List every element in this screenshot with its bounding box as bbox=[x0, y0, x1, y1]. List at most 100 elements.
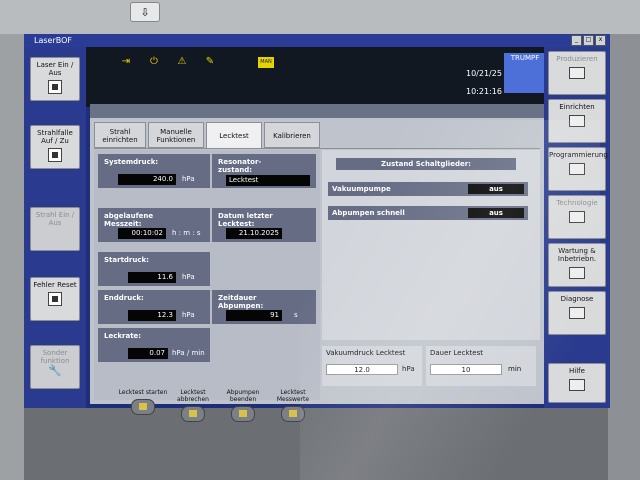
left-button-column: Laser Ein / Aus Strahlfalle Auf / Zu Str… bbox=[24, 47, 86, 408]
help-icon bbox=[569, 379, 585, 391]
dauer-unit: min bbox=[508, 365, 522, 373]
monitor-bezel-left bbox=[0, 34, 24, 480]
messzeit-field: abgelaufene Messzeit: 00:10:02 h : m : s bbox=[98, 208, 210, 242]
warning-icon[interactable]: ⚠ bbox=[174, 55, 190, 69]
monitor-bezel-right bbox=[608, 34, 640, 480]
programming-button[interactable]: Programmierung bbox=[548, 147, 608, 191]
action-label: Lecktest starten bbox=[118, 389, 168, 396]
help-button[interactable]: Hilfe bbox=[548, 363, 606, 403]
lecktest-parameters: Vakuumdruck Lecktest 12.0 hPa Dauer Leck… bbox=[322, 344, 540, 400]
monitor-bezel-top bbox=[0, 0, 640, 34]
main-panel: Strahl einrichten Manuelle Funktionen Le… bbox=[90, 104, 544, 404]
zeitdauer-unit: s bbox=[294, 311, 298, 319]
dauer-label: Dauer Lecktest bbox=[430, 349, 483, 357]
status-bar: ⇥ ⏻ ⚠ ✎ MAN 10/21/25 10:21:16 TRUMPF bbox=[86, 47, 546, 107]
vakuumdruck-input[interactable]: 12.0 bbox=[326, 364, 398, 375]
resonator-label: Resonator-zustand: bbox=[218, 158, 262, 174]
zeitdauer-field: Zeitdauer Abpumpen: 91 s bbox=[212, 290, 316, 324]
special-function-button[interactable]: Sonder funktion 🔧 bbox=[30, 345, 80, 389]
schaltglieder-title: Zustand Schaltglieder: bbox=[336, 158, 516, 170]
schaltglieder-panel: Zustand Schaltglieder: Vakuumpumpe aus A… bbox=[322, 150, 540, 340]
enddruck-value: 12.3 bbox=[128, 310, 176, 321]
setup-icon bbox=[569, 115, 585, 127]
lecktest-abbrechen-button[interactable]: Lecktest abbrechen bbox=[168, 389, 218, 422]
action-icon bbox=[131, 399, 155, 415]
vakuumpumpe-row: Vakuumpumpe aus bbox=[328, 182, 528, 196]
zeitdauer-value: 91 bbox=[226, 310, 282, 321]
error-reset-label: Fehler Reset bbox=[33, 281, 77, 289]
logo-text: TRUMPF bbox=[510, 54, 540, 62]
programming-label: Programmierung bbox=[549, 151, 608, 159]
window-controls: _ □ x bbox=[571, 35, 606, 46]
programming-icon bbox=[569, 163, 585, 175]
vakuumdruck-box: Vakuumdruck Lecktest 12.0 hPa bbox=[322, 346, 422, 386]
action-label: Lecktest Messwerte bbox=[276, 389, 310, 403]
wrench-icon[interactable]: ✎ bbox=[202, 55, 218, 69]
window-title: LaserBOF bbox=[34, 36, 72, 45]
minimize-button[interactable]: _ bbox=[571, 35, 582, 46]
diagnosis-label: Diagnose bbox=[560, 295, 594, 303]
tab-divider bbox=[94, 148, 540, 149]
wrench-icon bbox=[569, 267, 585, 279]
lecktest-values-panel: Systemdruck: 240.0 hPa Resonator-zustand… bbox=[94, 150, 320, 400]
status-date: 10/21/25 bbox=[466, 69, 502, 78]
maintenance-button[interactable]: Wartung & Inbetriebn. bbox=[548, 243, 606, 287]
toggle-icon bbox=[48, 148, 62, 162]
play-icon bbox=[569, 67, 585, 79]
systemdruck-field: Systemdruck: 240.0 hPa bbox=[98, 154, 210, 188]
leckrate-label: Leckrate: bbox=[104, 332, 142, 340]
tab-label: Strahl einrichten bbox=[102, 128, 138, 144]
beam-on-off-button[interactable]: Strahl Ein / Aus bbox=[30, 207, 80, 251]
reset-icon bbox=[48, 292, 62, 306]
right-button-column: Produzieren Einrichten Programmierung Te… bbox=[544, 47, 610, 408]
download-arrow-icon[interactable]: ⇩ bbox=[130, 2, 160, 22]
laser-on-off-button[interactable]: Laser Ein / Aus bbox=[30, 57, 80, 101]
lecktest-messwerte-button[interactable]: Lecktest Messwerte bbox=[268, 389, 318, 422]
beam-trap-button[interactable]: Strahlfalle Auf / Zu bbox=[30, 125, 80, 169]
action-icon bbox=[181, 406, 205, 422]
datum-value: 21.10.2025 bbox=[226, 228, 282, 239]
dauer-input[interactable]: 10 bbox=[430, 364, 502, 375]
systemdruck-value: 240.0 bbox=[118, 174, 176, 185]
main-panel-header bbox=[90, 104, 544, 118]
power-icon[interactable]: ⏻ bbox=[146, 55, 162, 69]
datum-label: Datum letzter Lecktest: bbox=[218, 212, 273, 228]
vakuumpumpe-label: Vakuumpumpe bbox=[332, 185, 391, 193]
technology-button[interactable]: Technologie bbox=[548, 195, 606, 239]
technology-label: Technologie bbox=[556, 199, 598, 207]
vakuumdruck-unit: hPa bbox=[402, 365, 415, 373]
special-function-label: Sonder funktion bbox=[40, 349, 70, 365]
startdruck-label: Startdruck: bbox=[104, 256, 149, 264]
abpumpen-schnell-label: Abpumpen schnell bbox=[332, 209, 405, 217]
tab-label: Lecktest bbox=[219, 132, 249, 140]
setup-button[interactable]: Einrichten bbox=[548, 99, 606, 143]
produce-button[interactable]: Produzieren bbox=[548, 51, 606, 95]
technology-icon bbox=[569, 211, 585, 223]
tab-lecktest[interactable]: Lecktest bbox=[206, 122, 262, 149]
abpumpen-schnell-row: Abpumpen schnell aus bbox=[328, 206, 528, 220]
error-reset-button[interactable]: Fehler Reset bbox=[30, 277, 80, 321]
action-bar: Lecktest starten Lecktest abbrechen Abpu… bbox=[90, 389, 350, 435]
abpumpen-beenden-button[interactable]: Abpumpen beenden bbox=[218, 389, 268, 422]
enddruck-field: Enddruck: 12.3 hPa bbox=[98, 290, 210, 324]
systemdruck-unit: hPa bbox=[182, 175, 195, 183]
tab-kalibrieren[interactable]: Kalibrieren bbox=[264, 122, 320, 148]
action-icon bbox=[231, 406, 255, 422]
application-window: LaserBOF _ □ x Laser Ein / Aus Strahlfal… bbox=[24, 34, 610, 422]
messzeit-value: 00:10:02 bbox=[118, 228, 166, 239]
tab-label: Kalibrieren bbox=[273, 132, 311, 140]
tab-manuelle-funktionen[interactable]: Manuelle Funktionen bbox=[148, 122, 204, 148]
lecktest-starten-button[interactable]: Lecktest starten bbox=[118, 389, 168, 415]
maximize-button[interactable]: □ bbox=[583, 35, 594, 46]
close-button[interactable]: x bbox=[595, 35, 606, 46]
action-icon bbox=[281, 406, 305, 422]
window-titlebar: LaserBOF _ □ x bbox=[24, 34, 610, 47]
startdruck-unit: hPa bbox=[182, 273, 195, 281]
diagnosis-button[interactable]: Diagnose bbox=[548, 291, 606, 335]
maintenance-label: Wartung & Inbetriebn. bbox=[557, 247, 597, 263]
help-label: Hilfe bbox=[569, 367, 585, 375]
tab-strahl-einrichten[interactable]: Strahl einrichten bbox=[94, 122, 146, 148]
abpumpen-schnell-value: aus bbox=[468, 208, 524, 218]
dauer-box: Dauer Lecktest 10 min bbox=[426, 346, 536, 386]
exit-icon[interactable]: ⇥ bbox=[118, 55, 134, 69]
